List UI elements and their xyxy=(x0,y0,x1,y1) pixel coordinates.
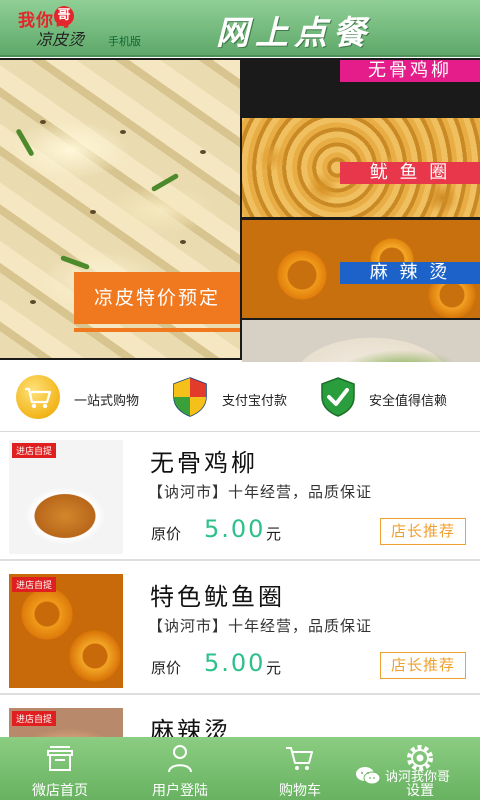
product-item[interactable]: 进店自提 特色鱿鱼圈 【讷河市】十年经营，品质保证 原价 5.00 元 店长推荐 xyxy=(0,569,480,695)
promo-label-squid[interactable]: 鱿 鱼 圈 xyxy=(340,162,480,184)
logo-script: 凉皮烫 xyxy=(36,30,85,49)
tab-home[interactable]: 微店首页 xyxy=(0,737,120,800)
decor-leaf xyxy=(15,128,35,157)
product-description: 【讷河市】十年经营，品质保证 xyxy=(148,617,373,635)
recommend-badge[interactable]: 店长推荐 xyxy=(380,652,466,679)
decor-speck xyxy=(120,130,126,134)
price-unit: 元 xyxy=(266,659,282,677)
storefront-icon xyxy=(44,742,76,774)
price-label: 原价 xyxy=(151,659,182,677)
promo-label-strip xyxy=(74,328,240,332)
shield-icon xyxy=(168,375,212,419)
feature-label-alipay: 支付宝付款 xyxy=(222,394,288,409)
product-thumbnail[interactable]: 进店自提 xyxy=(9,574,123,688)
tab-label: 微店首页 xyxy=(32,783,88,799)
page-title: 网上点餐 xyxy=(216,13,372,52)
price-label: 原价 xyxy=(151,525,182,543)
app-header: 我你哥 哥 凉皮烫 手机版 网上点餐 xyxy=(0,0,480,57)
decor-speck xyxy=(30,300,36,304)
product-name[interactable]: 无骨鸡柳 xyxy=(150,443,258,478)
logo-badge: 哥 xyxy=(54,6,74,26)
pickup-badge: 进店自提 xyxy=(12,577,57,592)
promo-banner xyxy=(0,58,480,418)
feature-strip: 一站式购物 支付宝付款 安全值得信赖 xyxy=(0,362,480,432)
cart-icon xyxy=(284,742,316,774)
promo-label-malatang[interactable]: 麻 辣 烫 xyxy=(340,262,480,284)
tab-label: 购物车 xyxy=(279,783,321,799)
decor-speck xyxy=(180,240,186,244)
product-thumbnail[interactable]: 进店自提 xyxy=(9,440,123,554)
check-shield-icon xyxy=(316,375,360,419)
wechat-account-name: 讷河我你哥 xyxy=(385,770,451,785)
product-description: 【讷河市】十年经营，品质保证 xyxy=(148,483,373,501)
pickup-badge: 进店自提 xyxy=(12,711,57,726)
user-icon xyxy=(164,742,196,774)
price-unit: 元 xyxy=(266,525,282,543)
decor-speck xyxy=(200,150,206,154)
product-name[interactable]: 特色鱿鱼圈 xyxy=(150,577,285,612)
shopping-cart-icon xyxy=(16,375,60,419)
promo-label-chicken[interactable]: 无骨鸡柳 xyxy=(340,60,480,82)
feature-label-security: 安全值得信赖 xyxy=(369,394,448,409)
decor-leaf xyxy=(150,172,180,193)
brand-logo[interactable]: 我你哥 哥 凉皮烫 xyxy=(14,4,114,52)
recommend-badge[interactable]: 店长推荐 xyxy=(380,518,466,545)
tab-label: 用户登陆 xyxy=(152,783,208,799)
product-item[interactable]: 进店自提 无骨鸡柳 【讷河市】十年经营，品质保证 原价 5.00 元 店长推荐 xyxy=(0,435,480,561)
wechat-icon xyxy=(355,766,381,786)
logo-subtitle: 手机版 xyxy=(108,35,141,48)
product-price: 5.00 xyxy=(204,515,266,543)
decor-speck xyxy=(90,210,96,214)
pickup-badge: 进店自提 xyxy=(12,443,57,458)
decor-speck xyxy=(40,120,46,124)
promo-main-label[interactable]: 凉皮特价预定 xyxy=(74,272,240,324)
decor-leaf xyxy=(60,255,90,270)
product-price: 5.00 xyxy=(204,649,266,677)
feature-label-one-stop: 一站式购物 xyxy=(74,394,140,409)
tab-cart[interactable]: 购物车 xyxy=(240,737,360,800)
tab-login[interactable]: 用户登陆 xyxy=(120,737,240,800)
